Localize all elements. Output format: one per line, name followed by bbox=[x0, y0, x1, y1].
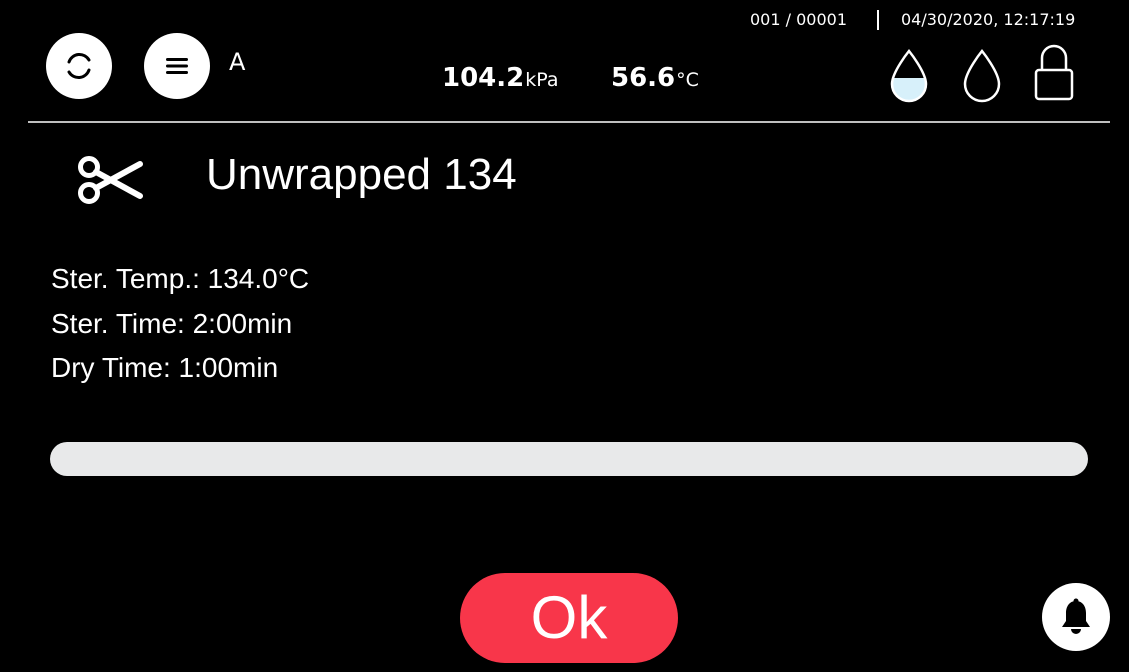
sterilization-time: Ster. Time: 2:00min bbox=[51, 308, 293, 339]
program-title: Unwrapped 134 bbox=[206, 150, 517, 199]
sterilization-temperature: Ster. Temp.: 134.0°C bbox=[51, 263, 310, 294]
refresh-icon bbox=[67, 53, 91, 79]
profile-indicator: A bbox=[229, 48, 246, 76]
refresh-button[interactable] bbox=[46, 33, 112, 99]
menu-button[interactable] bbox=[144, 33, 210, 99]
temperature-value: 56.6 bbox=[611, 63, 676, 93]
temperature-unit: °C bbox=[676, 69, 699, 91]
dry-time: Dry Time: 1:00min bbox=[51, 352, 279, 383]
header-divider bbox=[28, 121, 1110, 123]
ok-button[interactable]: Ok bbox=[460, 573, 678, 663]
scissors-icon bbox=[78, 156, 143, 204]
cycle-progress-bar bbox=[50, 442, 1088, 476]
pressure-value: 104.2 bbox=[442, 63, 525, 93]
menu-icon bbox=[166, 58, 188, 74]
pressure-reading: 104.2kPa bbox=[442, 63, 559, 93]
pressure-unit: kPa bbox=[525, 69, 559, 91]
header-separator bbox=[877, 10, 879, 30]
water-drop-empty-icon bbox=[963, 49, 1001, 103]
water-drop-filled-icon bbox=[890, 49, 928, 103]
alarm-button[interactable] bbox=[1042, 583, 1110, 651]
lock-open-icon bbox=[1034, 44, 1074, 101]
bell-icon bbox=[1062, 598, 1090, 634]
autoclave-screen: A 001 / 00001 04/30/2020, 12:17:19 104.2… bbox=[0, 0, 1129, 672]
cycle-counter: 001 / 00001 bbox=[750, 10, 847, 29]
temperature-reading: 56.6°C bbox=[611, 63, 699, 93]
date-time: 04/30/2020, 12:17:19 bbox=[901, 10, 1076, 29]
